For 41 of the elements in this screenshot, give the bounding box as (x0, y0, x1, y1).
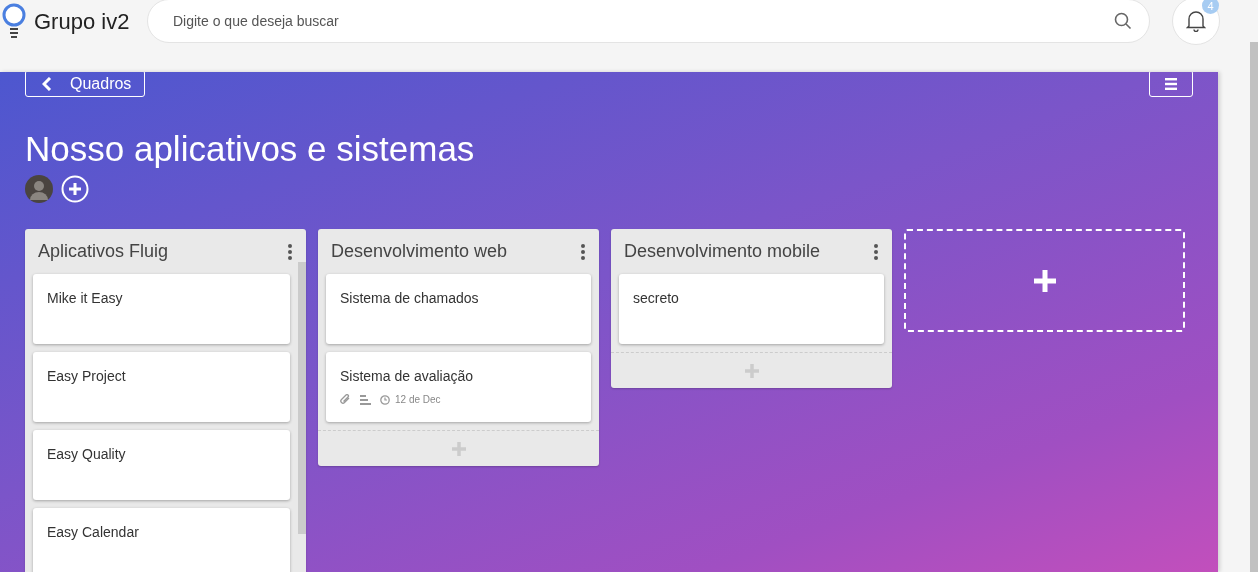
bell-icon (1186, 10, 1206, 32)
notification-count: 4 (1202, 0, 1219, 14)
due-date: 12 de Dec (395, 394, 441, 405)
task-card[interactable]: Easy Quality (33, 430, 290, 500)
card-title: Sistema de avaliação (340, 368, 475, 384)
task-card[interactable]: secreto (619, 274, 884, 344)
list-title: Aplicativos Fluig (38, 241, 169, 262)
more-options-icon[interactable] (874, 243, 878, 260)
add-list-button[interactable] (904, 229, 1185, 332)
plus-icon (744, 363, 759, 378)
card-title: Sistema de chamados (340, 290, 480, 306)
list-title: Desenvolvimento mobile (624, 241, 821, 262)
plus-icon (1033, 269, 1056, 292)
card-title: secreto (633, 290, 680, 306)
scrollbar[interactable] (298, 262, 306, 534)
card-title: Easy Project (47, 368, 127, 384)
board-title: Nosso aplicativos e sistemas (25, 129, 476, 169)
brand-name: Grupo iv2 (34, 9, 130, 35)
task-card[interactable]: Sistema de chamados (326, 274, 591, 344)
task-card[interactable]: Easy Project (33, 352, 290, 422)
more-options-icon[interactable] (581, 243, 585, 260)
more-options-icon[interactable] (288, 243, 292, 260)
clock-icon (380, 394, 390, 405)
card-title: Easy Calendar (47, 524, 140, 540)
card-title: Mike it Easy (47, 290, 124, 306)
search-field[interactable]: Digite o que deseja buscar (147, 0, 1150, 43)
list-title: Desenvolvimento web (331, 241, 508, 262)
avatar[interactable] (25, 175, 53, 203)
menu-button[interactable] (1149, 72, 1193, 97)
task-card[interactable]: Mike it Easy (33, 274, 290, 344)
card-title: Easy Quality (47, 446, 127, 462)
chevron-left-icon (42, 76, 52, 91)
task-card[interactable]: Easy Calendar (33, 508, 290, 572)
plus-icon (451, 441, 466, 456)
notifications-button[interactable] (1172, 0, 1220, 45)
add-member-icon[interactable] (61, 175, 89, 203)
back-button[interactable]: Quadros (25, 72, 146, 97)
scrollbar[interactable] (1250, 42, 1258, 572)
menu-icon (1165, 77, 1177, 90)
task-card[interactable]: Sistema de avaliação 12 de Dec (326, 352, 591, 422)
search-icon[interactable] (1114, 12, 1132, 30)
